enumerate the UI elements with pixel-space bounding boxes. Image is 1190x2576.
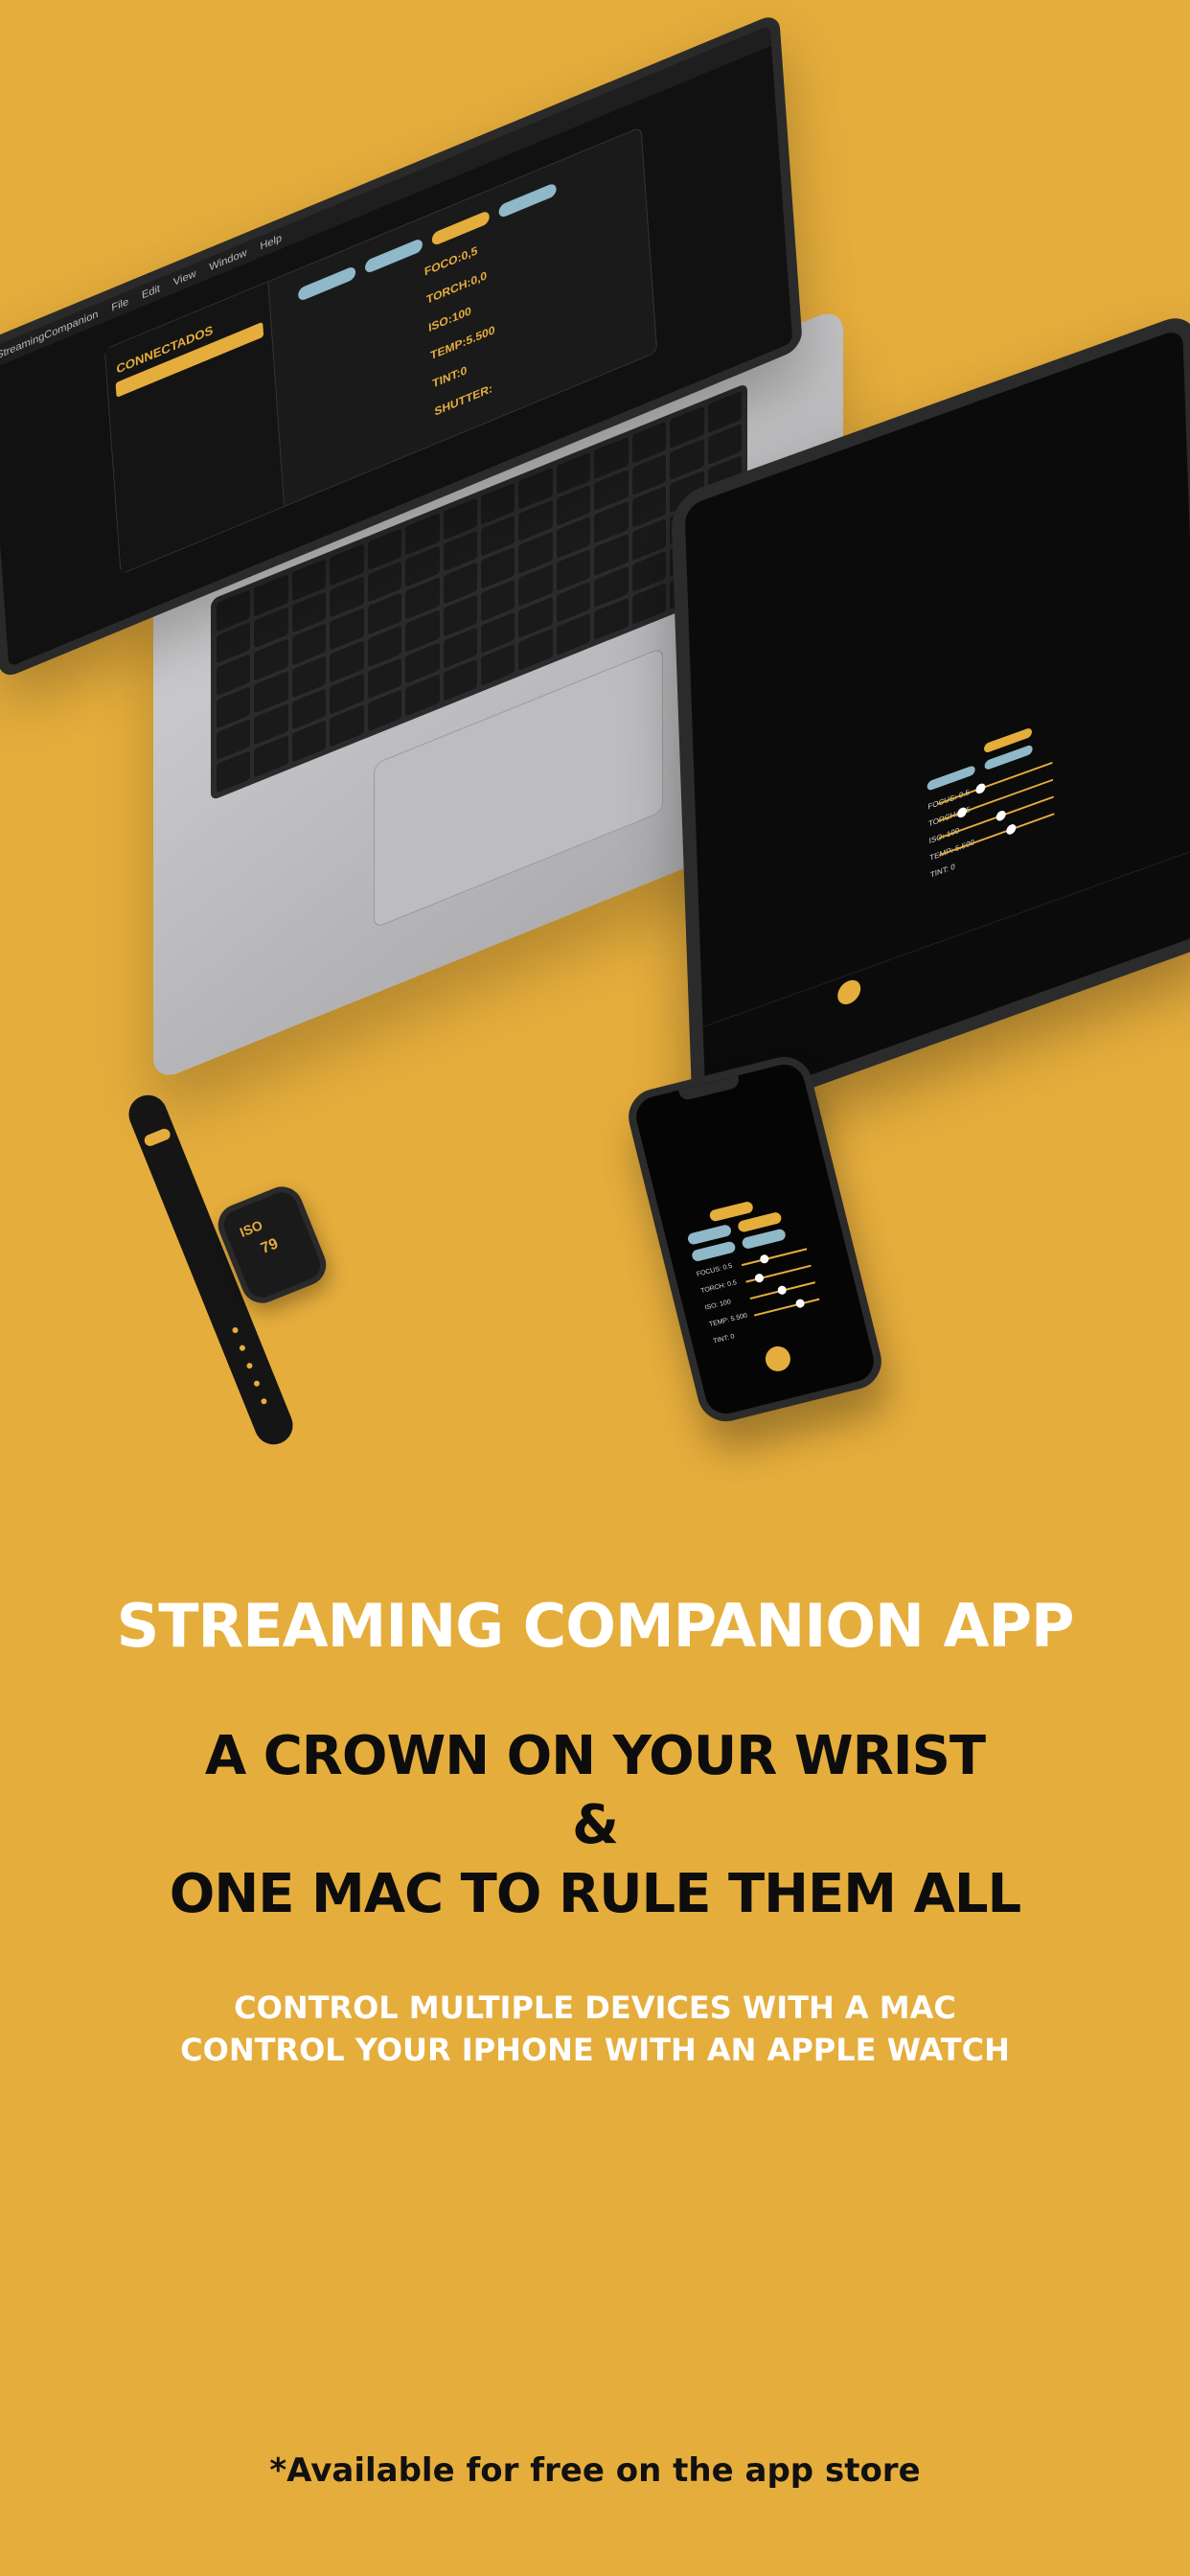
devices-illustration: StreamingCompanion File Edit View Window… [0, 0, 1190, 1495]
phone-label-iso: ISO: 100 [704, 1299, 732, 1312]
phone-label-tint: TINT: 0 [712, 1333, 736, 1346]
slider-track[interactable] [753, 1298, 820, 1317]
pill-tag [691, 1240, 737, 1263]
slider-knob[interactable] [995, 809, 1006, 822]
band-loop [142, 1127, 172, 1148]
headline: STREAMING COMPANION APP [116, 1591, 1075, 1661]
phone-label-temp: TEMP: 5.500 [708, 1312, 748, 1329]
band-hole [253, 1379, 261, 1388]
slider-knob[interactable] [754, 1273, 765, 1284]
slider-knob[interactable] [1006, 822, 1017, 837]
pill-tag [364, 237, 423, 275]
watch-value: 79 [258, 1235, 281, 1257]
pill-tag [741, 1228, 787, 1251]
tagline-line-3: ONE MAC TO RULE THEM ALL [169, 1863, 1021, 1925]
param-tint: TINT:0 [431, 363, 468, 391]
phone-label-torch: TORCH: 0.5 [699, 1279, 738, 1296]
pill-tag [498, 182, 558, 219]
pill-tag [297, 264, 356, 303]
param-shutter: SHUTTER: [433, 381, 493, 419]
param-iso: ISO:100 [427, 304, 472, 335]
tagline-line-1: A CROWN ON YOUR WRIST [204, 1725, 986, 1787]
subtitle-line-1: CONTROL MULTIPLE DEVICES WITH A MAC [234, 1990, 956, 2026]
phone-label-focus: FOCUS: 0.5 [696, 1262, 734, 1278]
menu-app: StreamingCompanion [0, 308, 99, 362]
record-button[interactable] [763, 1344, 793, 1374]
tablet-label-tint: TINT: 0 [929, 862, 955, 880]
phone-notch [678, 1075, 742, 1102]
menu-view: View [172, 267, 196, 289]
band-hole [239, 1344, 246, 1352]
slider-track[interactable] [741, 1248, 808, 1267]
app-sidebar: CONNECTADOS [104, 282, 286, 574]
slider-knob[interactable] [776, 1284, 788, 1296]
menu-edit: Edit [141, 283, 161, 302]
pill-tag [431, 209, 491, 247]
menu-window: Window [209, 246, 247, 274]
param-focus: FOCO:0,5 [423, 243, 478, 279]
slider-knob[interactable] [975, 782, 986, 795]
band-hole [260, 1397, 268, 1406]
band-hole [245, 1362, 254, 1370]
subtitle-line-2: CONTROL YOUR IPHONE WITH AN APPLE WATCH [180, 2032, 1010, 2068]
menu-help: Help [260, 232, 283, 253]
band-hole [231, 1326, 240, 1334]
menu-file: File [110, 295, 129, 314]
tagline-ampersand: & [572, 1794, 619, 1856]
slider-knob[interactable] [794, 1298, 806, 1309]
slider-knob[interactable] [759, 1254, 770, 1265]
watch-label: ISO [237, 1217, 265, 1240]
availability-note: *Available for free on the app store [269, 2451, 921, 2490]
phone: FOCUS: 0.5 TORCH: 0.5 ISO: 100 TEMP: 5.5… [622, 1050, 888, 1428]
tablet-bottom-bar [702, 847, 1190, 1056]
